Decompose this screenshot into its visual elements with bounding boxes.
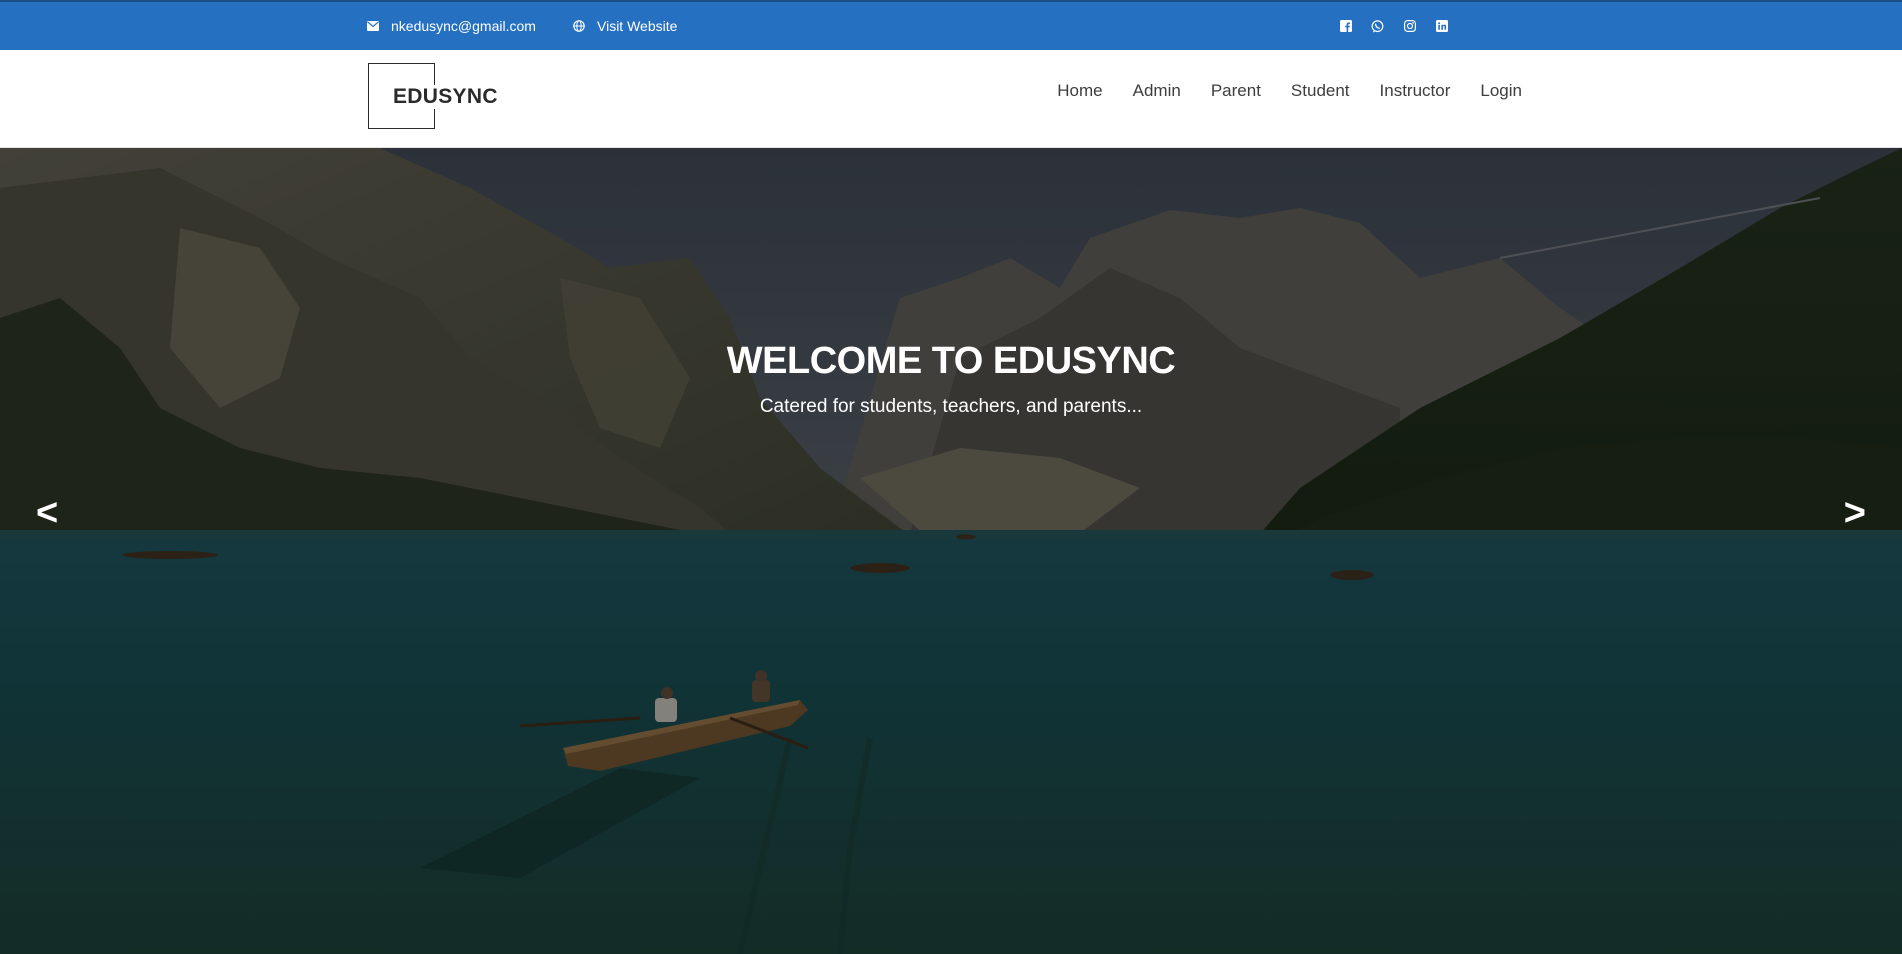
nav-instructor[interactable]: Instructor xyxy=(1380,81,1451,101)
visit-website-text: Visit Website xyxy=(597,18,678,34)
hero-subtitle: Catered for students, teachers, and pare… xyxy=(759,396,1143,417)
nav-home[interactable]: Home xyxy=(1057,81,1102,101)
edusync-logo[interactable]: EDUSYNC xyxy=(368,63,500,131)
logo-text: EDUSYNC xyxy=(393,85,500,109)
viber-icon[interactable] xyxy=(1371,19,1384,33)
email-link[interactable]: nkedusync@gmail.com xyxy=(367,2,536,50)
instagram-icon[interactable] xyxy=(1403,20,1416,33)
top-contact-bar: nkedusync@gmail.com Visit Website xyxy=(0,0,1902,50)
linkedin-icon[interactable] xyxy=(1435,20,1448,33)
globe-icon xyxy=(573,20,585,32)
lake-mountains-boat-image xyxy=(0,148,1902,954)
nav-admin[interactable]: Admin xyxy=(1133,81,1181,101)
nav-login[interactable]: Login xyxy=(1480,81,1522,101)
nav-parent[interactable]: Parent xyxy=(1211,81,1261,101)
main-header: EDUSYNC Home Admin Parent Student Instru… xyxy=(0,50,1902,148)
slider-next-button[interactable]: > xyxy=(1844,494,1866,532)
main-nav: Home Admin Parent Student Instructor Log… xyxy=(1057,50,1522,132)
envelope-icon xyxy=(367,21,379,31)
email-text: nkedusync@gmail.com xyxy=(391,18,536,34)
hero-slider: WELCOME TO EDUSYNC Catered for students,… xyxy=(0,148,1902,954)
nav-student[interactable]: Student xyxy=(1291,81,1350,101)
facebook-icon[interactable] xyxy=(1339,20,1352,33)
social-links xyxy=(1339,2,1448,50)
hero-title: WELCOME TO EDUSYNC xyxy=(726,340,1176,382)
visit-website-link[interactable]: Visit Website xyxy=(573,2,677,50)
slider-prev-button[interactable]: < xyxy=(36,494,58,532)
